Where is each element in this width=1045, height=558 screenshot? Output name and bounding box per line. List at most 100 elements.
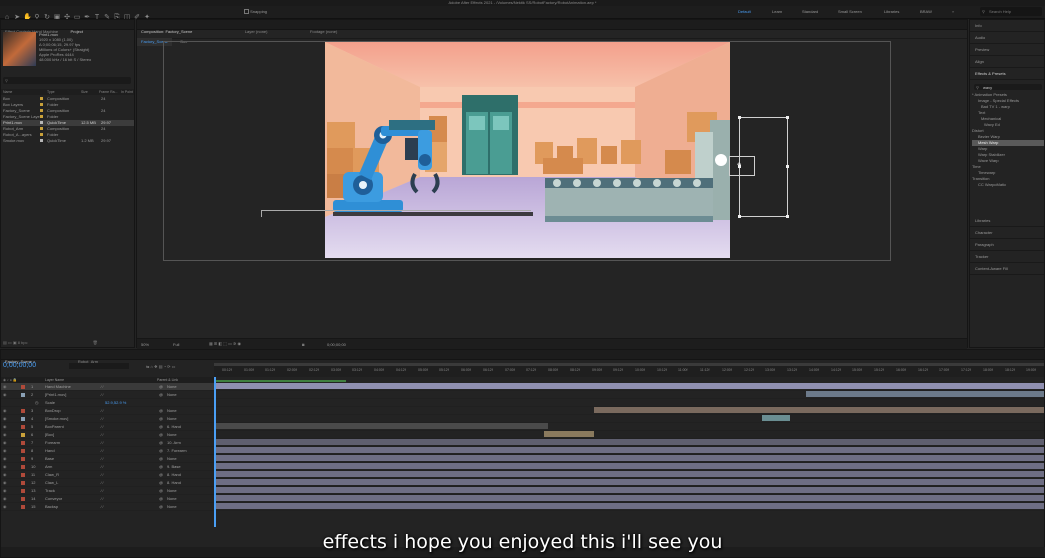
new-folder-icon[interactable]: ▭ bbox=[8, 340, 12, 345]
layer-switches-icon[interactable]: ⁄ ⁄ bbox=[101, 439, 103, 446]
layer-duration-bar[interactable] bbox=[762, 415, 790, 421]
workspace-default[interactable]: Default bbox=[738, 9, 751, 14]
panel-audio[interactable]: Audio bbox=[970, 32, 1044, 44]
parent-dropdown[interactable]: None bbox=[167, 383, 177, 390]
layer-row[interactable]: ◉ 4 [Smoke.mov] ⁄ ⁄ @ None bbox=[1, 415, 214, 423]
bpc-label[interactable]: 8 bpc bbox=[18, 340, 28, 345]
parent-pickwhip-icon[interactable]: @ bbox=[159, 415, 163, 422]
label-color-swatch[interactable] bbox=[21, 488, 25, 493]
property-row-scale[interactable]: ◷ Scale 52.9,52.9 % bbox=[1, 399, 214, 407]
panel-tracker[interactable]: Tracker bbox=[970, 251, 1044, 263]
tab-layer[interactable]: Layer (none) bbox=[241, 27, 272, 36]
parent-pickwhip-icon[interactable]: @ bbox=[159, 383, 163, 390]
parent-pickwhip-icon[interactable]: @ bbox=[159, 455, 163, 462]
label-color-swatch[interactable] bbox=[40, 109, 43, 112]
layer-duration-bar[interactable] bbox=[216, 471, 1044, 477]
col-frame-rate[interactable]: Frame Ra... bbox=[99, 89, 117, 95]
layer-name[interactable]: Hand bbox=[45, 447, 55, 454]
label-color-swatch[interactable] bbox=[21, 424, 25, 429]
panel-info[interactable]: Info bbox=[970, 20, 1044, 32]
parent-pickwhip-icon[interactable]: @ bbox=[159, 479, 163, 486]
layer-row[interactable]: ◉ 8 Hand ⁄ ⁄ @ 7. Forearm bbox=[1, 447, 214, 455]
parent-dropdown[interactable]: 6. Hand bbox=[167, 423, 181, 430]
transform-handle[interactable] bbox=[786, 165, 789, 168]
label-color-swatch[interactable] bbox=[40, 127, 43, 130]
timeline-switch-icons[interactable]: ⇆ ⌂ ❖ ▤ ◔ ⟳ ▭ bbox=[146, 364, 175, 369]
anchor-point-icon[interactable]: ✥ bbox=[737, 162, 741, 168]
visibility-icon[interactable]: ◉ bbox=[3, 423, 7, 430]
visibility-icon[interactable]: ◉ bbox=[3, 447, 7, 454]
layer-track[interactable] bbox=[216, 383, 1044, 391]
layer-name[interactable]: Forearm bbox=[45, 439, 60, 446]
layer-name[interactable]: Claw_R bbox=[45, 471, 59, 478]
panel-paragraph[interactable]: Paragraph bbox=[970, 239, 1044, 251]
layer-row[interactable]: ◉ 13 Track ⁄ ⁄ @ None bbox=[1, 487, 214, 495]
layer-name[interactable]: Track bbox=[45, 487, 55, 494]
layer-duration-bar[interactable] bbox=[216, 439, 1044, 445]
workspace-small-screen[interactable]: Small Screen bbox=[838, 9, 862, 14]
visibility-icon[interactable]: ◉ bbox=[3, 463, 7, 470]
layer-duration-bar[interactable] bbox=[216, 479, 1044, 485]
viewer-options-icons[interactable]: ▦ ⊞ ◧ ⬚ ▭ ✲ ◉ bbox=[209, 341, 241, 346]
visibility-icon[interactable]: ◉ bbox=[3, 415, 7, 422]
layer-duration-bar[interactable] bbox=[216, 495, 1044, 501]
label-color-swatch[interactable] bbox=[40, 121, 43, 124]
layer-switches-icon[interactable]: ⁄ ⁄ bbox=[101, 447, 103, 454]
label-color-swatch[interactable] bbox=[21, 456, 25, 461]
parent-pickwhip-icon[interactable]: @ bbox=[159, 439, 163, 446]
label-color-swatch[interactable] bbox=[21, 464, 25, 469]
label-color-swatch[interactable] bbox=[40, 133, 43, 136]
visibility-icon[interactable]: ◉ bbox=[3, 503, 7, 510]
label-color-swatch[interactable] bbox=[21, 440, 25, 445]
resolution-dropdown[interactable]: Full bbox=[173, 342, 179, 347]
visibility-icon[interactable]: ◉ bbox=[3, 471, 7, 478]
parent-dropdown[interactable]: None bbox=[167, 487, 177, 494]
layer-track[interactable] bbox=[216, 391, 1044, 399]
effect-tree-item[interactable]: CC WarpoMatic bbox=[972, 182, 1044, 188]
col-size[interactable]: Size bbox=[81, 89, 88, 95]
workspace-braw[interactable]: BRAW bbox=[920, 9, 932, 14]
layer-row[interactable]: ◉ 15 Backsp ⁄ ⁄ @ None bbox=[1, 503, 214, 511]
layer-row[interactable]: ◉ 12 Claw_L ⁄ ⁄ @ 8. Hand bbox=[1, 479, 214, 487]
visibility-icon[interactable]: ◉ bbox=[3, 439, 7, 446]
parent-pickwhip-icon[interactable]: @ bbox=[159, 463, 163, 470]
layer-track[interactable] bbox=[216, 463, 1044, 471]
layer-row[interactable]: ◉ 3 BoxDrop ⁄ ⁄ @ None bbox=[1, 407, 214, 415]
scene-canvas[interactable] bbox=[325, 42, 730, 258]
layer-row[interactable]: ◉ 10 Arm ⁄ ⁄ @ 9. Base bbox=[1, 463, 214, 471]
layer-row[interactable]: ◉ 2 [Print1.mov] ⁄ ⁄ @ None bbox=[1, 391, 214, 399]
layer-switches-icon[interactable]: ⁄ ⁄ bbox=[101, 487, 103, 494]
panel-content-aware-fill[interactable]: Content-Aware Fill bbox=[970, 263, 1044, 275]
parent-dropdown[interactable]: None bbox=[167, 391, 177, 398]
timeline-timecode[interactable]: 0;00;00;00 bbox=[3, 362, 36, 369]
stopwatch-icon[interactable]: ◷ bbox=[35, 399, 39, 406]
layer-name[interactable]: Arm bbox=[45, 463, 52, 470]
panel-effects-presets[interactable]: Effects & Presets bbox=[970, 68, 1044, 80]
layer-switches-icon[interactable]: ⁄ ⁄ bbox=[101, 471, 103, 478]
workspace-standard[interactable]: Standard bbox=[802, 9, 818, 14]
layer-row[interactable]: ◉ 14 Conveyor ⁄ ⁄ @ None bbox=[1, 495, 214, 503]
layer-track[interactable] bbox=[216, 487, 1044, 495]
layer-track[interactable] bbox=[216, 431, 1044, 439]
visibility-icon[interactable]: ◉ bbox=[3, 431, 7, 438]
parent-pickwhip-icon[interactable]: @ bbox=[159, 503, 163, 510]
time-ruler[interactable]: 00:12f 01:00f 01:12f 02:00f 02:12f 03:00f 03:1… bbox=[214, 363, 1044, 377]
layer-duration-bar[interactable] bbox=[216, 383, 1044, 389]
label-color-swatch[interactable] bbox=[21, 416, 25, 421]
parent-pickwhip-icon[interactable]: @ bbox=[159, 495, 163, 502]
col-name[interactable]: Name bbox=[3, 89, 12, 95]
parent-pickwhip-icon[interactable]: @ bbox=[159, 391, 163, 398]
workspace-learn[interactable]: Learn bbox=[772, 9, 782, 14]
label-color-swatch[interactable] bbox=[21, 472, 25, 477]
visibility-icon[interactable]: ◉ bbox=[3, 479, 7, 486]
layer-switches-icon[interactable]: ⁄ ⁄ bbox=[101, 407, 103, 414]
layer-track[interactable] bbox=[216, 503, 1044, 511]
parent-dropdown[interactable]: None bbox=[167, 495, 177, 502]
transform-handle[interactable] bbox=[786, 215, 789, 218]
layer-duration-bar[interactable] bbox=[216, 455, 1044, 461]
layer-switches-icon[interactable]: ⁄ ⁄ bbox=[101, 423, 103, 430]
project-item[interactable]: Smoke.mov QuickTime 1.2 MB 29.97 bbox=[1, 138, 134, 144]
layer-name[interactable]: Conveyor bbox=[45, 495, 62, 502]
layer-track[interactable] bbox=[216, 399, 1044, 407]
layer-duration-bar[interactable] bbox=[216, 423, 548, 429]
